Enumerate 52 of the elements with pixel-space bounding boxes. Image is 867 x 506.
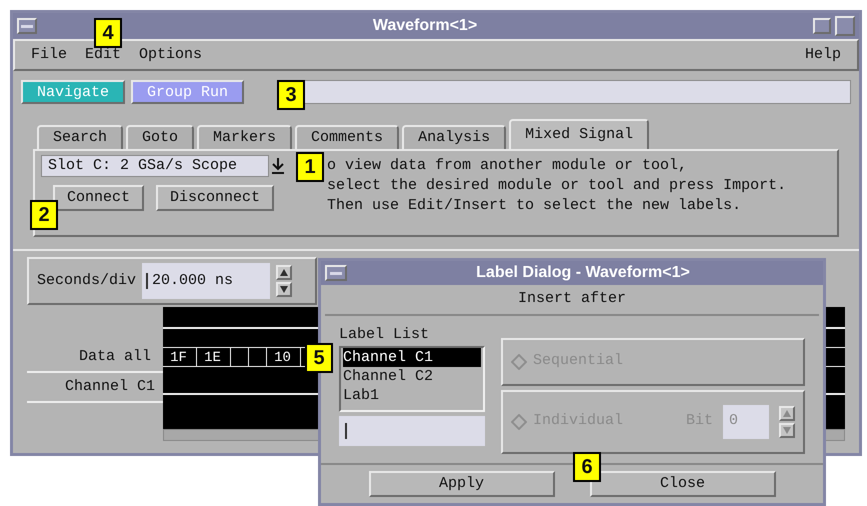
tab[interactable]: Markers: [197, 125, 292, 149]
panel-button[interactable]: Connect: [53, 185, 144, 211]
callout-number: 5: [305, 343, 333, 373]
download-arrow-icon[interactable]: [271, 157, 285, 175]
panel-button[interactable]: Disconnect: [156, 185, 274, 211]
dialog-title: Label Dialog - Waveform<1>: [475, 263, 691, 284]
waveform-label: Data all: [78, 346, 152, 366]
tab[interactable]: Goto: [126, 125, 194, 149]
waveform-label: Channel C1: [64, 376, 156, 396]
menu-item[interactable]: Options: [139, 44, 202, 66]
callout-number: 4: [94, 18, 122, 48]
down-triangle-icon: [783, 426, 791, 434]
list-item[interactable]: Channel C2: [343, 367, 481, 386]
seconds-div-label: Seconds/div: [37, 270, 136, 291]
callout-number: 1: [296, 152, 324, 182]
text-cursor-icon: [345, 423, 347, 440]
minimize-button[interactable]: [813, 18, 831, 34]
callout-number: 2: [30, 200, 58, 230]
up-triangle-icon: [280, 269, 288, 276]
list-heading: Label List: [339, 324, 430, 345]
label-input-field[interactable]: [339, 416, 485, 446]
section-heading: Insert after: [325, 285, 819, 316]
seconds-div-value: 20.000 ns: [152, 270, 234, 291]
list-item[interactable]: Lab1: [343, 386, 481, 406]
spin-up-button[interactable]: [276, 265, 292, 280]
seconds-div-field[interactable]: 20.000 ns: [142, 263, 270, 299]
maximize-button[interactable]: [835, 16, 855, 36]
bus-value: 1E: [197, 348, 231, 366]
spin-down-button[interactable]: [276, 282, 292, 297]
tab[interactable]: Mixed Signal: [509, 119, 650, 149]
bar-icon: [21, 24, 33, 28]
callout-number: 6: [573, 452, 601, 482]
list-item[interactable]: Channel C1: [343, 348, 481, 368]
dialog-button[interactable]: Close: [590, 471, 776, 497]
bar-icon: [330, 272, 342, 275]
down-triangle-icon: [280, 286, 288, 293]
bus-value: 1F: [163, 348, 197, 366]
window-menu-button[interactable]: [17, 18, 37, 34]
callout-number: 3: [277, 80, 305, 110]
up-triangle-icon: [783, 410, 791, 417]
window-title: Waveform<1>: [372, 16, 478, 36]
text-cursor-icon: [146, 273, 148, 289]
help-text: o view data from another module or tool, select the desired module or tool and press Import. Then use Edit/Insert to select the new labels.: [327, 156, 786, 216]
menu-item[interactable]: Help: [804, 44, 841, 66]
tab[interactable]: Comments: [295, 125, 400, 149]
tab[interactable]: Search: [37, 125, 124, 149]
window-menu-button[interactable]: [325, 265, 347, 282]
dialog-button[interactable]: Apply: [368, 471, 554, 497]
bus-value: 10: [267, 348, 301, 366]
menu-item[interactable]: File: [31, 44, 68, 66]
module-dropdown[interactable]: Slot C: 2 GSa/s Scope: [41, 155, 269, 177]
tab[interactable]: Analysis: [402, 125, 506, 149]
